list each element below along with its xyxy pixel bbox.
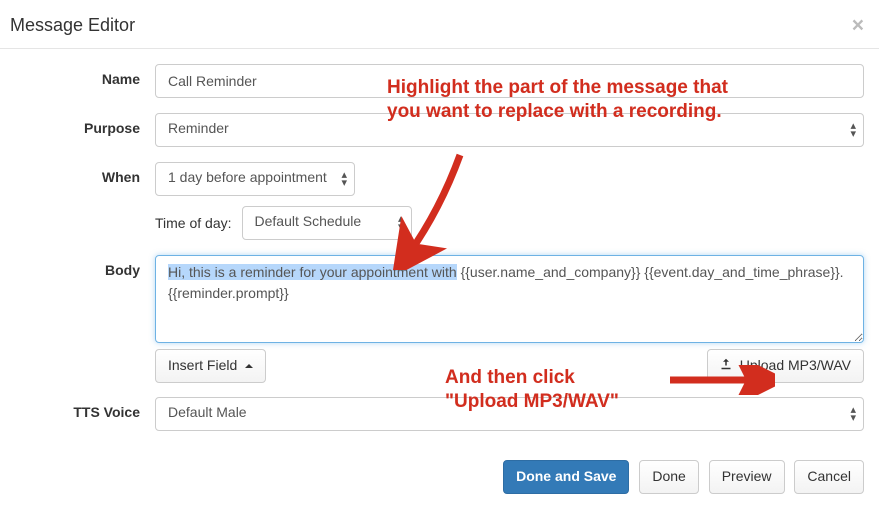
close-icon: × [852,14,864,37]
body-text-rest2: {{reminder.prompt}} [168,285,289,301]
message-editor-modal: Message Editor × Name Purpose Reminder ▴… [0,0,879,502]
body-highlighted-text: Hi, this is a reminder for your appointm… [168,264,457,280]
insert-field-label: Insert Field [168,357,237,373]
tts-voice-select[interactable]: Default Male [155,397,864,431]
caret-up-icon [245,364,253,368]
done-and-save-button[interactable]: Done and Save [503,460,629,494]
body-text-rest1: {{user.name_and_company}} {{event.day_an… [457,264,844,280]
modal-title: Message Editor [10,15,135,36]
label-tts: TTS Voice [15,397,155,420]
insert-field-button[interactable]: Insert Field [155,349,266,383]
time-of-day-select[interactable]: Default Schedule [242,206,412,240]
body-textarea[interactable]: Hi, this is a reminder for your appointm… [155,255,864,343]
modal-header: Message Editor × [0,0,879,49]
row-purpose: Purpose Reminder ▴▾ [15,113,864,147]
upload-icon [720,357,732,376]
row-when: When 1 day before appointment ▴▾ [15,162,864,196]
purpose-select[interactable]: Reminder [155,113,864,147]
modal-footer: Done and Save Done Preview Cancel [0,450,879,509]
name-input[interactable] [155,64,864,98]
cancel-button[interactable]: Cancel [794,460,864,494]
body-toolbar: Insert Field Upload MP3/WAV [155,349,864,383]
close-button[interactable]: × [852,15,864,36]
label-body: Body [15,255,155,278]
modal-body: Name Purpose Reminder ▴▾ When 1 day befo… [0,49,879,450]
row-body: Body Hi, this is a reminder for your app… [15,255,864,383]
row-name: Name [15,64,864,98]
label-name: Name [15,64,155,87]
label-time-of-day: Time of day: [155,215,232,231]
when-select[interactable]: 1 day before appointment [155,162,355,196]
row-time-of-day: Time of day: Default Schedule ▴▾ [15,206,864,240]
upload-label: Upload MP3/WAV [740,357,851,373]
label-when: When [15,162,155,185]
done-button[interactable]: Done [639,460,698,494]
label-purpose: Purpose [15,113,155,136]
upload-mp3wav-button[interactable]: Upload MP3/WAV [707,349,864,383]
preview-button[interactable]: Preview [709,460,785,494]
row-tts: TTS Voice Default Male ▴▾ [15,397,864,431]
